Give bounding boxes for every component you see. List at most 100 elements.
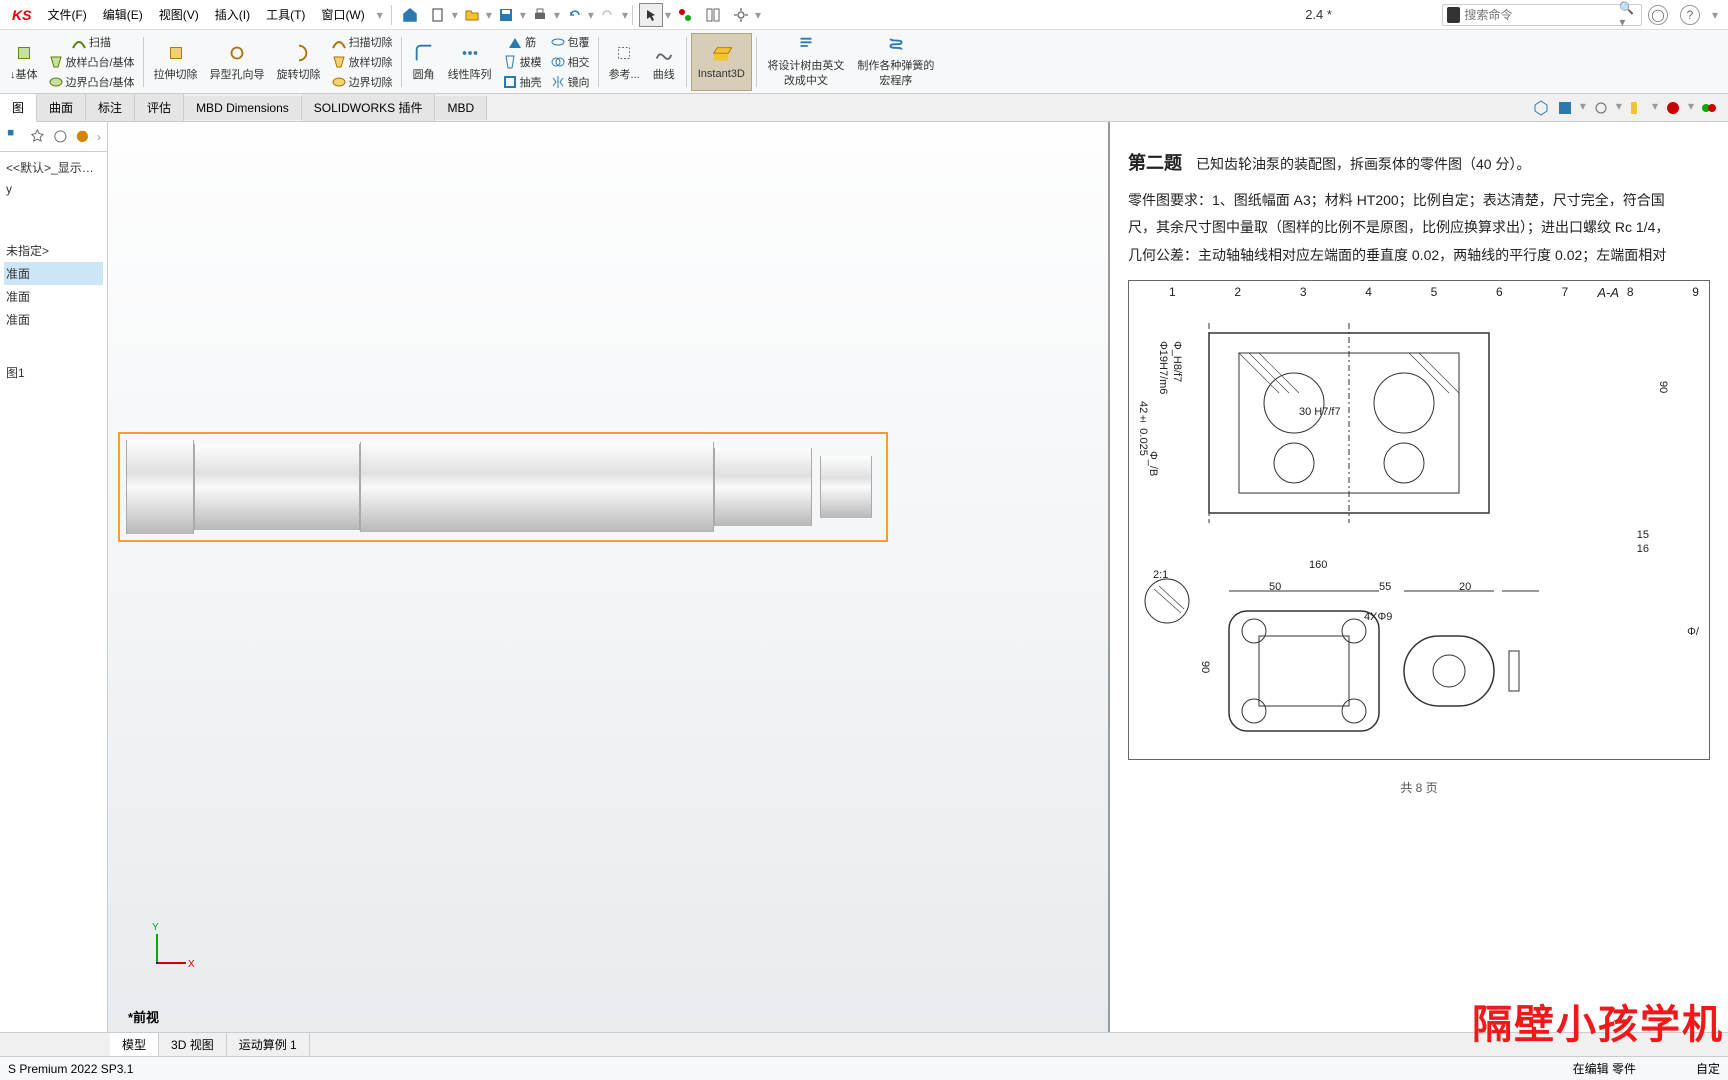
cut-sweep-button[interactable]: 扫描切除	[327, 32, 397, 52]
tree-node[interactable]: 未指定>	[4, 239, 103, 262]
select-icon[interactable]	[639, 3, 663, 27]
cut-loft-button[interactable]: 放样切除	[327, 52, 397, 72]
graphics-viewport[interactable]: ✦→ Y X *前视	[108, 122, 1108, 1032]
shaft-model[interactable]	[126, 444, 880, 530]
tree-plane-top[interactable]: 准面	[4, 285, 103, 308]
tab-surface[interactable]: 曲面	[37, 94, 86, 121]
menu-insert[interactable]: 插入(I)	[207, 2, 258, 27]
menu-file[interactable]: 文件(F)	[39, 2, 94, 27]
callout-numbers: 123456789	[1169, 285, 1699, 299]
separator	[143, 37, 144, 87]
tab-mbd-dimensions[interactable]: MBD Dimensions	[184, 96, 302, 120]
dim-phif7: Φ_H8/f7	[1171, 341, 1183, 382]
menu-tools[interactable]: 工具(T)	[258, 2, 313, 27]
dim-90: 90	[1199, 661, 1211, 673]
intersect-button[interactable]: 相交	[546, 52, 594, 72]
view-orientation-icon[interactable]	[1532, 99, 1550, 117]
cut-boundary-button[interactable]: 边界切除	[327, 72, 397, 92]
loft-button[interactable]: 放样凸台/基体	[44, 52, 139, 72]
config-manager-icon[interactable]	[52, 128, 69, 146]
tab-addins[interactable]: SOLIDWORKS 插件	[302, 94, 436, 121]
new-icon[interactable]	[426, 3, 450, 27]
save-icon[interactable]	[494, 3, 518, 27]
bottom-tab-3dview[interactable]: 3D 视图	[159, 1033, 227, 1056]
feature-tree[interactable]: <<默认>_显示状态 y 未指定> 准面 准面 准面 图1	[0, 152, 107, 388]
question-desc: 已知齿轮油泵的装配图，拆画泵体的零件图（40 分）。	[1196, 156, 1530, 172]
y-label: Y	[152, 922, 159, 933]
menu-edit[interactable]: 编辑(E)	[95, 2, 151, 27]
dim-42: 42± 0.025	[1137, 401, 1149, 456]
menu-view[interactable]: 视图(V)	[151, 2, 207, 27]
tree-plane-right[interactable]: 准面	[4, 308, 103, 331]
dim-phia: Φ/	[1687, 626, 1699, 638]
tree-node[interactable]: y	[4, 179, 103, 199]
reference-document-panel[interactable]: 第二题 已知齿轮油泵的装配图，拆画泵体的零件图（40 分）。 零件图要求：1、图…	[1108, 122, 1728, 1032]
dim-160: 160	[1309, 559, 1327, 571]
curves-button[interactable]: 曲线	[646, 33, 682, 91]
model-selection-box[interactable]	[118, 432, 888, 542]
view-triad[interactable]: Y X	[138, 922, 198, 982]
tree-plane-front[interactable]: 准面	[4, 262, 103, 285]
appearance-manager-icon[interactable]	[74, 128, 91, 146]
spring-macro-button[interactable]: 制作各种弹簧的宏程序	[851, 33, 941, 91]
hole-wizard-button[interactable]: 异型孔向导	[204, 33, 271, 91]
feature-tree-icon[interactable]	[6, 128, 23, 146]
bottom-tabs: 模型 3D 视图 运动算例 1	[0, 1032, 1728, 1056]
engineering-drawing: 123456789 A-A Φ19H7/m6 Φ_H8/f7 30 H7	[1128, 280, 1710, 760]
dim-15: 15	[1637, 529, 1649, 541]
scene-icon[interactable]	[1700, 99, 1718, 117]
options-panel-icon[interactable]	[701, 3, 725, 27]
bottom-tab-model[interactable]: 模型	[110, 1033, 159, 1056]
search-command-box[interactable]: 🔍▾	[1442, 4, 1642, 26]
wrap-button[interactable]: 包覆	[546, 32, 594, 52]
dim-16: 16	[1637, 543, 1649, 555]
instant3d-button[interactable]: Instant3D	[691, 33, 752, 91]
tree-config[interactable]: <<默认>_显示状态	[4, 156, 103, 179]
settings-icon[interactable]	[729, 3, 753, 27]
cut-revolve-button[interactable]: 旋转切除	[271, 33, 327, 91]
fillet-button[interactable]: 圆角	[406, 33, 442, 91]
rebuild-icon[interactable]	[673, 3, 697, 27]
sweep-button[interactable]: 扫描	[44, 32, 139, 52]
ref-geometry-button[interactable]: 参考...	[603, 33, 646, 91]
print-icon[interactable]	[528, 3, 552, 27]
search-input[interactable]	[1464, 8, 1619, 22]
boundary-boss-button[interactable]: 边界凸台/基体	[44, 72, 139, 92]
separator	[632, 5, 633, 25]
draft-button[interactable]: 拔模	[498, 52, 546, 72]
translate-tree-button[interactable]: 将设计树由英文改成中文	[761, 33, 851, 91]
tree-feature[interactable]: 图1	[4, 361, 103, 384]
cut-extrude-button[interactable]: 拉伸切除	[148, 33, 204, 91]
menu-window[interactable]: 窗口(W)	[313, 2, 372, 27]
appearance-icon[interactable]	[1664, 99, 1682, 117]
undo-icon[interactable]	[562, 3, 586, 27]
user-icon[interactable]: ◯	[1648, 5, 1668, 25]
x-axis	[156, 962, 186, 964]
tab-mbd[interactable]: MBD	[435, 96, 487, 120]
rib-button[interactable]: 筋	[498, 32, 546, 52]
help-icon[interactable]: ?	[1680, 5, 1700, 25]
document-title: 2.4 *	[1285, 7, 1352, 22]
main-area: › <<默认>_显示状态 y 未指定> 准面 准面 准面 图1 ✦→	[0, 122, 1728, 1032]
mirror-button[interactable]: 镜向	[546, 72, 594, 92]
hide-show-icon[interactable]	[1592, 99, 1610, 117]
section-view-icon[interactable]	[1628, 99, 1646, 117]
page-number: 共 8 页	[1128, 778, 1710, 798]
display-style-icon[interactable]	[1556, 99, 1574, 117]
extrude-boss-button[interactable]: ↓基体	[4, 33, 44, 91]
bottom-tab-motion[interactable]: 运动算例 1	[227, 1033, 310, 1056]
view-orientation-label: *前视	[128, 1007, 159, 1026]
tab-sketch[interactable]: 图	[0, 94, 37, 122]
separator	[391, 5, 392, 25]
tab-evaluate[interactable]: 评估	[135, 94, 184, 121]
section-label: A-A	[1597, 285, 1619, 300]
linear-pattern-button[interactable]: 线性阵列	[442, 33, 498, 91]
terminal-icon	[1447, 7, 1460, 23]
home-icon[interactable]	[398, 3, 422, 27]
shell-button[interactable]: 抽壳	[498, 72, 546, 92]
tab-annotate[interactable]: 标注	[86, 94, 135, 121]
search-icon[interactable]: 🔍▾	[1619, 1, 1637, 29]
property-manager-icon[interactable]	[29, 128, 46, 146]
open-icon[interactable]	[460, 3, 484, 27]
redo-icon[interactable]	[596, 3, 620, 27]
